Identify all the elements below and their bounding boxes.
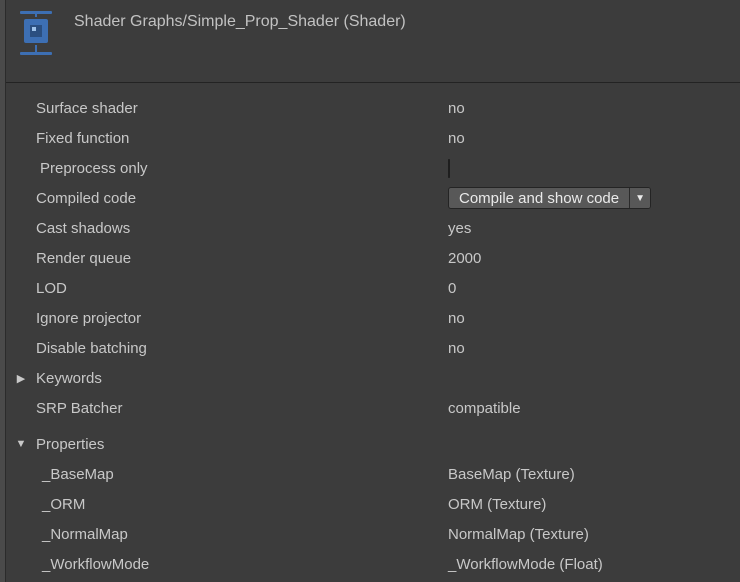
disable-batching-row: Disable batching no xyxy=(0,333,740,363)
render-queue-value: 2000 xyxy=(448,250,740,267)
render-queue-row: Render queue 2000 xyxy=(0,243,740,273)
property-name: _BaseMap xyxy=(36,466,448,483)
property-row: _ORM ORM (Texture) xyxy=(0,489,740,519)
chevron-down-icon[interactable]: ▼ xyxy=(630,188,650,208)
surface-shader-value: no xyxy=(448,100,740,117)
foldout-arrow-icon[interactable]: ▶ xyxy=(12,372,30,385)
preprocess-only-checkbox[interactable] xyxy=(448,159,450,178)
ignore-projector-label: Ignore projector xyxy=(36,310,448,327)
left-strip xyxy=(0,0,6,582)
shader-title: Shader Graphs/Simple_Prop_Shader (Shader… xyxy=(74,10,406,32)
render-queue-label: Render queue xyxy=(36,250,448,267)
inspector-body: Surface shader no Fixed function no Prep… xyxy=(0,83,740,582)
lod-label: LOD xyxy=(36,280,448,297)
ignore-projector-value: no xyxy=(448,310,740,327)
properties-header-row[interactable]: ▼ Properties xyxy=(0,429,740,459)
property-row: _NormalMap NormalMap (Texture) xyxy=(0,519,740,549)
shader-inspector: Shader Graphs/Simple_Prop_Shader (Shader… xyxy=(0,0,740,582)
surface-shader-label: Surface shader xyxy=(36,100,448,117)
disable-batching-value: no xyxy=(448,340,740,357)
compiled-code-row: Compiled code Compile and show code ▼ xyxy=(0,183,740,213)
srp-batcher-label: SRP Batcher xyxy=(36,400,448,417)
ignore-projector-row: Ignore projector no xyxy=(0,303,740,333)
cast-shadows-row: Cast shadows yes xyxy=(0,213,740,243)
shader-icon xyxy=(18,10,54,56)
fixed-function-row: Fixed function no xyxy=(0,123,740,153)
property-name: _WorkflowMode xyxy=(36,556,448,573)
compiled-code-label: Compiled code xyxy=(36,190,448,207)
lod-row: LOD 0 xyxy=(0,273,740,303)
property-desc: BaseMap (Texture) xyxy=(448,466,740,483)
keywords-label: Keywords xyxy=(36,370,442,387)
lod-value: 0 xyxy=(448,280,740,297)
disable-batching-label: Disable batching xyxy=(36,340,448,357)
properties-header-label: Properties xyxy=(36,436,442,453)
srp-batcher-value: compatible xyxy=(448,400,740,417)
cast-shadows-label: Cast shadows xyxy=(36,220,448,237)
foldout-arrow-icon[interactable]: ▼ xyxy=(12,438,30,450)
property-name: _ORM xyxy=(36,496,448,513)
property-desc: ORM (Texture) xyxy=(448,496,740,513)
fixed-function-label: Fixed function xyxy=(36,130,448,147)
property-desc: NormalMap (Texture) xyxy=(448,526,740,543)
cast-shadows-value: yes xyxy=(448,220,740,237)
fixed-function-value: no xyxy=(448,130,740,147)
keywords-row[interactable]: ▶ Keywords xyxy=(0,363,740,393)
preprocess-only-label: Preprocess only xyxy=(36,160,448,177)
property-row: _BaseMap BaseMap (Texture) xyxy=(0,459,740,489)
property-desc: _WorkflowMode (Float) xyxy=(448,556,740,573)
srp-batcher-row: SRP Batcher compatible xyxy=(0,393,740,423)
compile-show-code-label: Compile and show code xyxy=(449,188,630,208)
preprocess-only-row: Preprocess only xyxy=(0,153,740,183)
property-name: _NormalMap xyxy=(36,526,448,543)
property-row: _WorkflowMode _WorkflowMode (Float) xyxy=(0,549,740,579)
surface-shader-row: Surface shader no xyxy=(0,93,740,123)
compile-show-code-button[interactable]: Compile and show code ▼ xyxy=(448,187,651,209)
inspector-header: Shader Graphs/Simple_Prop_Shader (Shader… xyxy=(0,0,740,83)
